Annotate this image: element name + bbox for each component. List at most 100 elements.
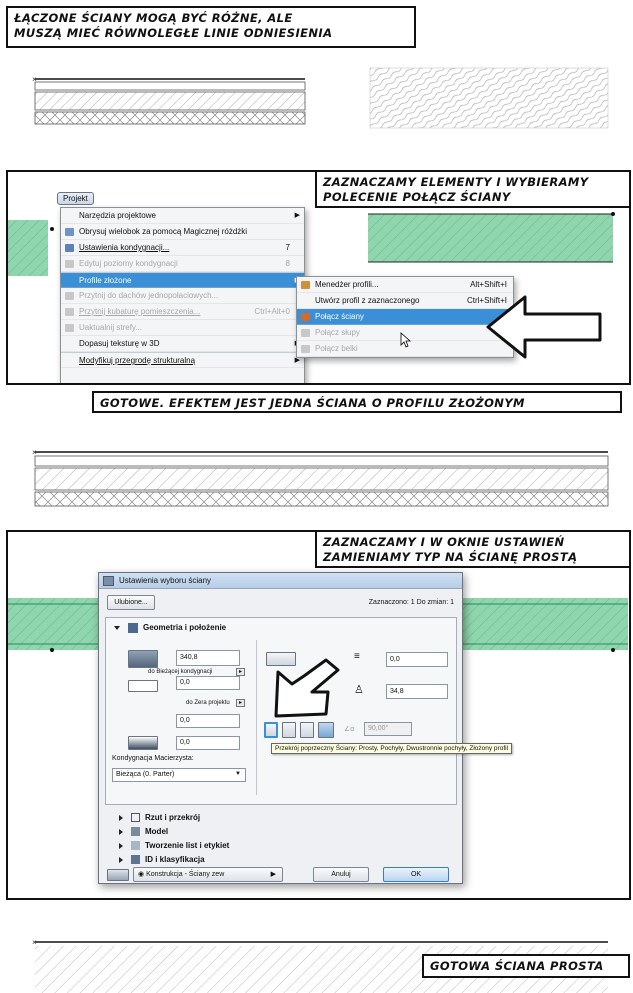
section-model[interactable]: Model [119, 827, 168, 837]
caption-top-line2: MUSZĄ MIEĆ RÓWNOLEGŁE LINIE ODNIESIENIA [14, 26, 333, 40]
eye-icon: ◉ [138, 871, 145, 878]
complex-profile-button[interactable] [318, 722, 334, 738]
favorites-button[interactable]: Ulubione... [107, 595, 155, 610]
wall-left-composite: × [32, 75, 306, 125]
wall-height-icon [128, 650, 158, 668]
plan-section-icon [131, 813, 140, 823]
menu-item-trim-to-roofs: Przytnij do dachów jednopołaciowych... [61, 288, 304, 304]
mouse-cursor-icon [400, 332, 412, 348]
wall-tool-icon [103, 576, 114, 586]
listing-icon [131, 841, 140, 851]
dialog-title: Ustawienia wyboru ściany [119, 576, 212, 585]
wall-thickness-icon: ♙ [354, 684, 364, 696]
pointer-arrow-icon [486, 295, 602, 359]
chevron-down-icon: ▼ [235, 771, 241, 777]
caption-select-line1: ZAZNACZAMY ELEMENTY I WYBIERAMY [323, 175, 589, 189]
section-geometry[interactable]: Geometria i położenie [114, 623, 226, 633]
menu-item-design-tools[interactable]: Narzędzia projektowe ▶ [61, 208, 304, 224]
zero-dropdown-icon[interactable]: ▸ [236, 699, 245, 707]
section-plan-section[interactable]: Rzut i przekrój [119, 813, 200, 823]
caption-dialog-line2: ZAMIENIAMY TYP NA ŚCIANĘ PROSTĄ [323, 550, 578, 564]
section-listing-labels[interactable]: Tworzenie list i etykiet [119, 841, 229, 851]
profile-manager-icon [301, 281, 310, 289]
section-id-classification[interactable]: ID i klasyfikacja [119, 855, 205, 865]
top-offset-icon [128, 680, 158, 692]
expand-triangle-icon [114, 626, 120, 630]
panel-wall-settings: ZAZNACZAMY I W OKNIE USTAWIEŃ ZAMIENIAMY… [6, 530, 631, 900]
straight-wall-button[interactable] [264, 722, 278, 738]
svg-text:×: × [32, 938, 37, 947]
merge-walls-icon [301, 313, 310, 321]
dialog-title-bar: Ustawienia wyboru ściany [99, 573, 462, 589]
caption-top: ŁĄCZONE ŚCIANY MOGĄ BYĆ RÓŻNE, ALE MUSZĄ… [6, 6, 416, 48]
caption-dialog: ZAZNACZAMY I W OKNIE USTAWIEŃ ZAMIENIAMY… [315, 532, 629, 568]
story-settings-icon [65, 244, 74, 252]
caption-done: GOTOWE. EFEKTEM JEST JEDNA ŚCIANA O PROF… [92, 391, 622, 413]
ok-button[interactable]: OK [383, 867, 449, 882]
base-offset-icon [128, 736, 158, 750]
project-menu[interactable]: Projekt Narzędzia projektowe ▶ Obrysuj wi… [57, 192, 305, 383]
menu-item-magic-wand[interactable]: Obrysuj wielobok za pomocą Magicznej róż… [61, 224, 304, 240]
caption-final-text: GOTOWA ŚCIANA PROSTA [430, 959, 604, 973]
double-slanted-wall-button[interactable] [300, 722, 314, 738]
home-story-label: Kondygnacja Macierzysta: [112, 755, 194, 762]
reference-offset-field[interactable]: 0,0 [386, 652, 448, 667]
menu-item-texture-3d[interactable]: Dopasuj teksturę w 3D▶ [61, 336, 304, 352]
angle-field[interactable]: 90,00° [364, 722, 412, 736]
caption-done-text: GOTOWE. EFEKTEM JEST JEDNA ŚCIANA O PROF… [100, 396, 525, 410]
profile-type-tooltip: Przekrój poprzeczny Ściany: Prosty, Poch… [271, 743, 513, 754]
thickness-icon: ≡ [354, 651, 360, 662]
panel-merge-command: ZAZNACZAMY ELEMENTY I WYBIERAMY POLECENI… [6, 170, 631, 385]
caption-select: ZAZNACZAMY ELEMENTY I WYBIERAMY POLECENI… [315, 172, 629, 208]
menu-item-complex-profiles[interactable]: Profile złożone▶ [61, 272, 304, 288]
height-field[interactable]: 340,8 [176, 650, 240, 666]
caption-select-line2: POLECENIE POŁĄCZ ŚCIANY [323, 190, 511, 204]
svg-text:×: × [32, 75, 37, 84]
merge-beams-icon [301, 345, 310, 353]
menu-title-projekt[interactable]: Projekt [57, 192, 94, 205]
chevron-right-icon: ▶ [270, 871, 276, 878]
svg-text:×: × [32, 448, 37, 457]
to-story-label: do Bieżącej kondygnacji [148, 669, 213, 675]
wall-right-wood [369, 67, 609, 129]
selection-count: Zaznaczono: 1 Do zmian: 1 [368, 599, 454, 606]
thickness-field[interactable]: 34,8 [386, 684, 448, 699]
story-offset-field[interactable]: 0,0 [176, 676, 240, 690]
expand-triangle-icon [119, 842, 123, 849]
layer-icon [107, 869, 129, 881]
merge-columns-icon [301, 329, 310, 337]
menu-item-story-settings[interactable]: Ustawienia kondygnacji... 7 [61, 240, 304, 256]
submenu-item-profile-manager[interactable]: Menedżer profili... Alt+Shift+I [297, 277, 513, 293]
menu-item-edit-story-levels: Edytuj poziomy kondygnacji 8 [61, 256, 304, 272]
wall-selection-settings-dialog[interactable]: Ustawienia wyboru ściany Ulubione... Zaz… [98, 572, 513, 884]
expand-triangle-icon [119, 814, 123, 821]
walls-merged: × [32, 448, 609, 507]
cancel-button[interactable]: Anuluj [313, 867, 369, 882]
submenu-arrow-icon: ▶ [294, 212, 300, 219]
story-levels-icon [65, 260, 74, 268]
update-zones-icon [65, 324, 74, 332]
menu-item-trim-zone: Przytnij kubaturę pomieszczenia... Ctrl+A… [61, 304, 304, 320]
base-offset-field[interactable]: 0,0 [176, 736, 240, 750]
id-icon [131, 855, 140, 865]
slanted-wall-button[interactable] [282, 722, 296, 738]
expand-triangle-icon [119, 828, 123, 835]
menu-item-modify-structure[interactable]: Modyfikuj przegrodę strukturalną ▶ [61, 352, 304, 368]
trim-zone-icon [65, 308, 74, 316]
column-divider [256, 640, 257, 795]
geometry-panel: Geometria i położenie 340,8 do Bieżącej … [105, 617, 513, 805]
geometry-icon [128, 623, 138, 633]
home-story-select[interactable]: Bieżąca (0. Parter) ▼ [112, 768, 246, 782]
tutorial-page: ŁĄCZONE ŚCIANY MOGĄ BYĆ RÓŻNE, ALE MUSZĄ… [0, 0, 633, 993]
zero-offset-field[interactable]: 0,0 [176, 714, 240, 728]
model-icon [131, 827, 140, 837]
story-dropdown-icon[interactable]: ▸ [236, 668, 245, 676]
layer-select[interactable]: ◉ Konstrukcja - Ściany zew ▶ [133, 867, 283, 882]
walls-before: × [32, 67, 609, 129]
trim-roof-icon [65, 292, 74, 300]
check-arrow-icon [274, 658, 340, 718]
caption-dialog-line1: ZAZNACZAMY I W OKNIE USTAWIEŃ [323, 535, 565, 549]
caption-final: GOTOWA ŚCIANA PROSTA [422, 954, 630, 978]
expand-triangle-icon [119, 856, 123, 863]
caption-top-line1: ŁĄCZONE ŚCIANY MOGĄ BYĆ RÓŻNE, ALE [14, 11, 293, 25]
